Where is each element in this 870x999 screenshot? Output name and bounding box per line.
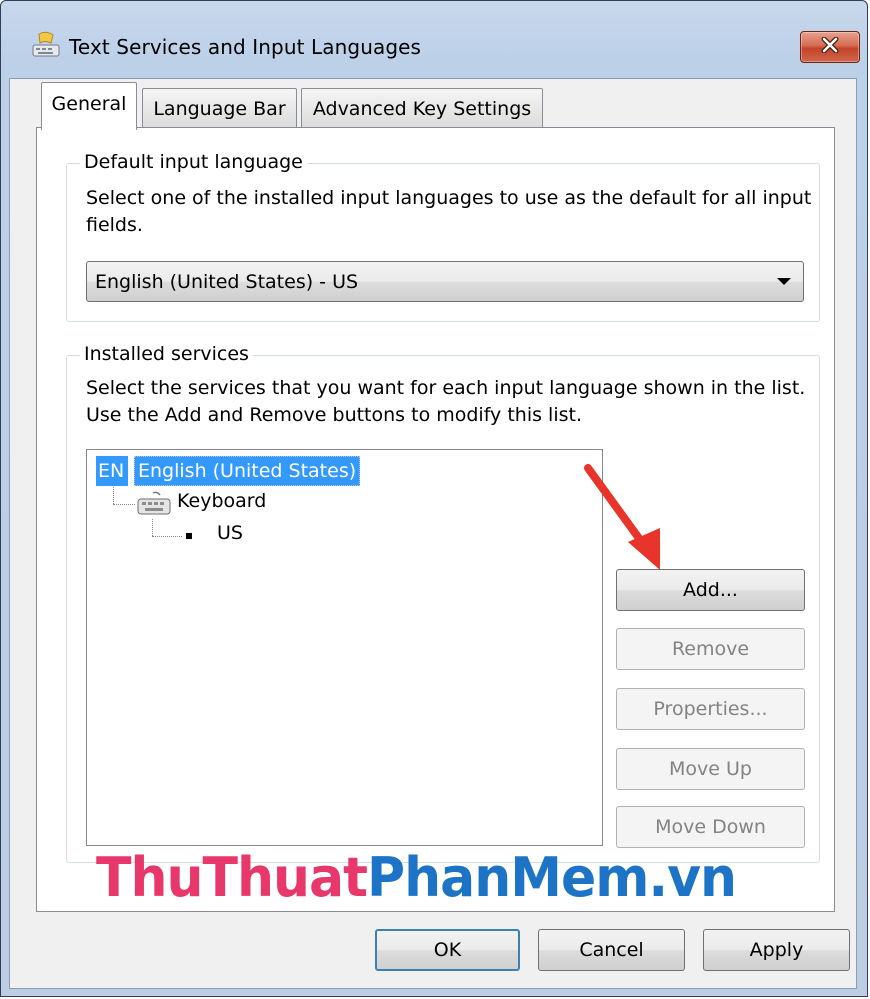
red-arrow-icon — [584, 464, 660, 570]
default-language-value: English (United States) - US — [95, 270, 359, 293]
chevron-down-icon — [777, 278, 791, 285]
title-bar[interactable]: Text Services and Input Languages — [1, 1, 867, 79]
remove-button[interactable]: Remove — [616, 628, 805, 670]
add-button-label: Add... — [683, 579, 738, 601]
tab-general[interactable]: General — [41, 82, 137, 130]
keyboard-icon — [135, 491, 173, 521]
ok-button-label: OK — [433, 939, 462, 961]
move-up-button-label: Move Up — [669, 758, 752, 780]
default-input-language-title: Default input language — [80, 151, 307, 173]
installed-services-title: Installed services — [80, 343, 253, 365]
keyboard-language-icon — [31, 31, 61, 59]
watermark-part2: PhanMem.vn — [366, 846, 737, 910]
tree-connector — [152, 519, 153, 536]
tree-language-code[interactable]: EN — [96, 456, 129, 486]
tab-general-label: General — [51, 93, 127, 115]
tree-item-us[interactable]: US — [217, 522, 243, 544]
cancel-button[interactable]: Cancel — [538, 929, 685, 971]
tree-connector — [113, 504, 135, 505]
ok-button[interactable]: OK — [375, 929, 520, 971]
tab-advanced-key-settings[interactable]: Advanced Key Settings — [301, 88, 543, 128]
default-input-description-line2: fields. — [86, 214, 143, 236]
apply-button-label: Apply — [749, 939, 804, 961]
cancel-button-label: Cancel — [579, 939, 644, 961]
move-down-button[interactable]: Move Down — [616, 806, 805, 848]
properties-button[interactable]: Properties... — [616, 688, 805, 730]
tree-item-keyboard[interactable]: Keyboard — [177, 490, 266, 512]
move-down-button-label: Move Down — [655, 816, 766, 838]
watermark-logo: ThuThuatPhanMem.vn — [96, 846, 737, 910]
tab-language-bar[interactable]: Language Bar — [142, 88, 297, 128]
properties-button-label: Properties... — [653, 698, 768, 720]
bullet-icon — [186, 533, 192, 539]
tab-advanced-key-settings-label: Advanced Key Settings — [312, 97, 532, 120]
close-button[interactable] — [800, 31, 860, 63]
installed-services-description-line1: Select the services that you want for ea… — [86, 377, 806, 399]
apply-button[interactable]: Apply — [703, 929, 850, 971]
default-input-description-line1: Select one of the installed input langua… — [86, 187, 812, 209]
tree-connector — [152, 536, 182, 537]
move-up-button[interactable]: Move Up — [616, 748, 805, 790]
installed-services-description-line2: Use the Add and Remove buttons to modify… — [86, 404, 582, 426]
tree-item-english-united-states[interactable]: English (United States) — [134, 456, 361, 486]
window-title: Text Services and Input Languages — [69, 35, 422, 59]
tab-language-bar-label: Language Bar — [153, 97, 286, 120]
tree-connector — [113, 487, 114, 504]
remove-button-label: Remove — [671, 638, 750, 660]
watermark-part1: ThuThuat — [96, 846, 368, 910]
default-language-dropdown[interactable]: English (United States) - US — [86, 261, 804, 302]
close-icon — [821, 36, 839, 57]
